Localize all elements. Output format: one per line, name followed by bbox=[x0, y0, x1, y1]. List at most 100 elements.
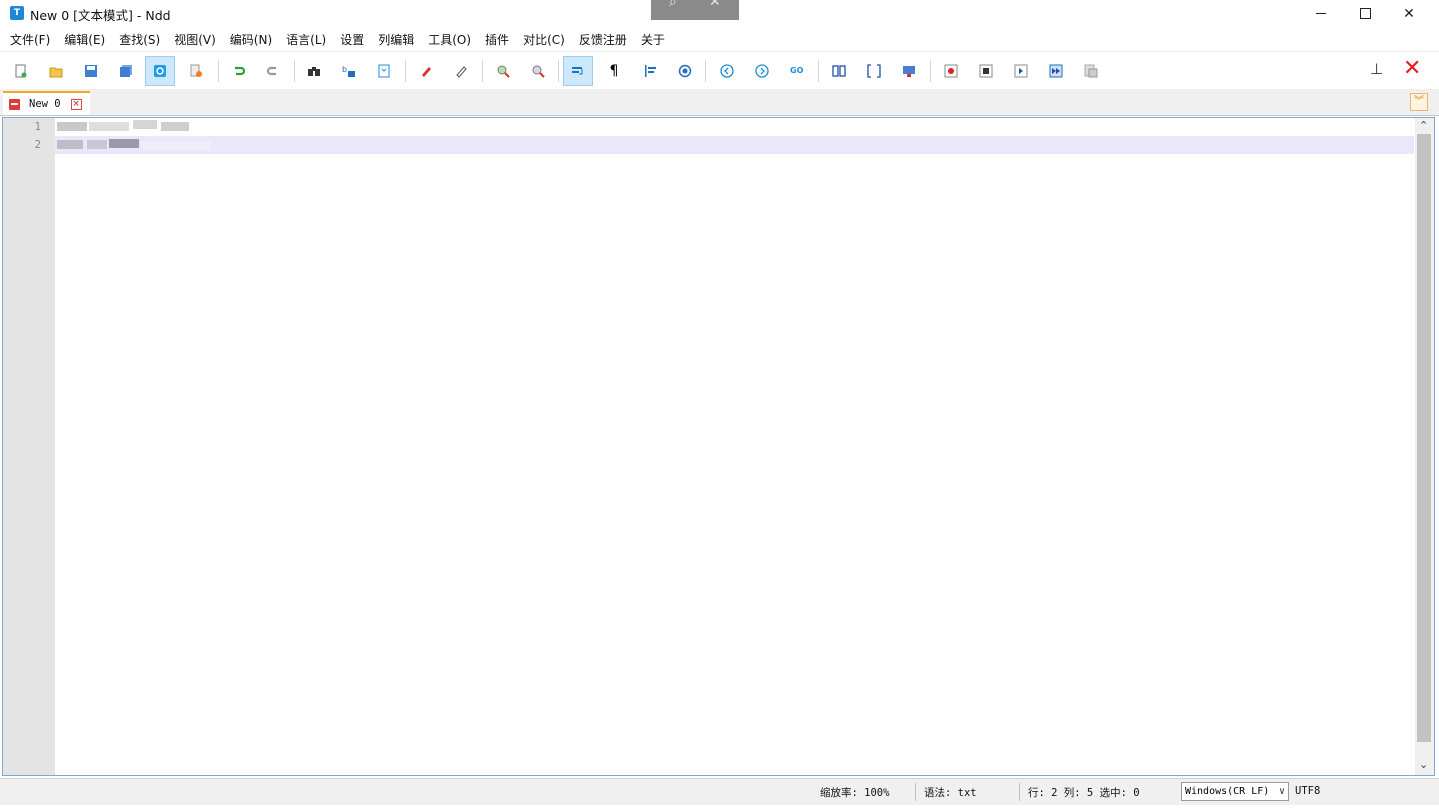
toolbar: b ¶ GO ⊥ ✕ bbox=[0, 51, 1439, 88]
toolbar-separator bbox=[218, 60, 219, 82]
line-number: 1 bbox=[34, 121, 41, 133]
line-ending-select[interactable]: Windows(CR LF) ∨ bbox=[1181, 782, 1289, 801]
zoom-status: 缩放率: 100% bbox=[820, 787, 890, 799]
close-document-icon[interactable]: ✕ bbox=[1403, 56, 1421, 81]
tab-bar: New 0 × ︾ bbox=[0, 89, 1439, 116]
tab-list-dropdown-icon[interactable]: ︾ bbox=[1410, 93, 1428, 111]
cursor-position-status: 行: 2 列: 5 选中: 0 bbox=[1028, 787, 1140, 799]
redo-icon[interactable] bbox=[258, 56, 288, 86]
toolbar-separator bbox=[930, 60, 931, 82]
line-number-gutter: 1 2 bbox=[3, 118, 55, 775]
app-window: T New 0 [文本模式] - Ndd ⌕ ✕ ✕ 文件(F) 编辑(E) 查… bbox=[0, 0, 1439, 809]
macro-save-icon[interactable] bbox=[1076, 56, 1106, 86]
split-view-icon[interactable] bbox=[859, 56, 889, 86]
syntax-status: 语法: txt bbox=[924, 787, 977, 799]
clear-highlight-icon[interactable] bbox=[446, 56, 476, 86]
menu-feedback[interactable]: 反馈注册 bbox=[579, 31, 627, 48]
status-divider bbox=[915, 783, 916, 801]
record-target-icon[interactable] bbox=[670, 56, 700, 86]
encoding-status: UTF8 bbox=[1295, 785, 1321, 797]
menu-tools[interactable]: 工具(O) bbox=[428, 31, 471, 48]
line-number: 2 bbox=[34, 139, 41, 151]
zoom-out-icon[interactable] bbox=[523, 56, 553, 86]
toolbar-separator bbox=[818, 60, 819, 82]
show-symbols-icon[interactable]: ¶ bbox=[599, 56, 629, 86]
title-bar: T New 0 [文本模式] - Ndd ⌕ ✕ ✕ bbox=[0, 0, 1439, 27]
goto-icon[interactable]: GO bbox=[782, 56, 812, 86]
save-icon[interactable] bbox=[76, 56, 106, 86]
toolbar-separator bbox=[482, 60, 483, 82]
menu-compare[interactable]: 对比(C) bbox=[523, 31, 565, 48]
redacted-text bbox=[109, 139, 139, 148]
pin-icon[interactable]: ⊥ bbox=[1370, 60, 1383, 78]
overlay-close-icon[interactable]: ✕ bbox=[709, 0, 721, 10]
tab-new-0[interactable]: New 0 × bbox=[3, 91, 90, 115]
bookmark-icon[interactable] bbox=[369, 56, 399, 86]
status-bar: 缩放率: 100% 语法: txt 行: 2 列: 5 选中: 0 Window… bbox=[0, 778, 1439, 805]
new-file-icon[interactable] bbox=[6, 56, 36, 86]
macro-stop-icon[interactable] bbox=[971, 56, 1001, 86]
vertical-scrollbar[interactable]: ⌃ ⌄ bbox=[1415, 118, 1434, 775]
close-file-icon[interactable] bbox=[181, 56, 211, 86]
menu-edit[interactable]: 编辑(E) bbox=[64, 31, 105, 48]
redacted-text bbox=[133, 120, 157, 129]
text-area[interactable] bbox=[55, 118, 1414, 775]
monitor-icon[interactable] bbox=[894, 56, 924, 86]
toolbar-separator bbox=[705, 60, 706, 82]
open-file-icon[interactable] bbox=[41, 56, 71, 86]
zoom-in-icon[interactable] bbox=[488, 56, 518, 86]
status-divider bbox=[1019, 783, 1020, 801]
find-icon[interactable] bbox=[299, 56, 329, 86]
window-title: New 0 [文本模式] - Ndd bbox=[30, 8, 171, 23]
indent-guide-icon[interactable] bbox=[635, 56, 665, 86]
tab-close-icon[interactable]: × bbox=[70, 98, 82, 110]
menu-settings[interactable]: 设置 bbox=[340, 31, 364, 48]
auto-save-icon[interactable] bbox=[145, 56, 175, 86]
previous-icon[interactable] bbox=[712, 56, 742, 86]
maximize-button[interactable] bbox=[1342, 0, 1388, 27]
floating-overlay: ⌕ ✕ bbox=[651, 0, 739, 20]
redacted-text bbox=[57, 122, 87, 131]
word-wrap-icon[interactable] bbox=[563, 56, 593, 86]
highlight-icon[interactable] bbox=[411, 56, 441, 86]
menu-encoding[interactable]: 编码(N) bbox=[230, 31, 272, 48]
overlay-search-icon[interactable]: ⌕ bbox=[669, 0, 677, 10]
menu-search[interactable]: 查找(S) bbox=[119, 31, 160, 48]
editor-pane[interactable]: 1 2 ⌃ ⌄ bbox=[2, 117, 1435, 776]
next-icon[interactable] bbox=[747, 56, 777, 86]
toolbar-separator bbox=[294, 60, 295, 82]
svg-text:b: b bbox=[342, 65, 347, 74]
chevron-down-icon: ∨ bbox=[1278, 786, 1285, 797]
unsaved-file-icon bbox=[9, 98, 20, 110]
toolbar-separator bbox=[558, 60, 559, 82]
menu-plugins[interactable]: 插件 bbox=[485, 31, 509, 48]
svg-text:GO: GO bbox=[790, 66, 804, 75]
menu-about[interactable]: 关于 bbox=[641, 31, 665, 48]
close-window-button[interactable]: ✕ bbox=[1386, 0, 1432, 27]
tab-label: New 0 bbox=[29, 98, 61, 110]
macro-run-multiple-icon[interactable] bbox=[1041, 56, 1071, 86]
menu-column-edit[interactable]: 列编辑 bbox=[378, 31, 414, 48]
minimize-button[interactable] bbox=[1298, 0, 1344, 27]
menu-file[interactable]: 文件(F) bbox=[10, 31, 50, 48]
redacted-text bbox=[141, 141, 211, 150]
scroll-down-icon[interactable]: ⌄ bbox=[1419, 758, 1428, 771]
menu-bar: 文件(F) 编辑(E) 查找(S) 视图(V) 编码(N) 语言(L) 设置 列… bbox=[0, 28, 1439, 50]
scroll-up-icon[interactable]: ⌃ bbox=[1419, 119, 1428, 132]
compare-icon[interactable] bbox=[824, 56, 854, 86]
save-all-icon[interactable] bbox=[111, 56, 141, 86]
scrollbar-thumb[interactable] bbox=[1417, 134, 1431, 742]
undo-icon[interactable] bbox=[223, 56, 253, 86]
app-icon: T bbox=[10, 6, 24, 20]
redacted-text bbox=[87, 140, 107, 149]
toolbar-separator bbox=[405, 60, 406, 82]
current-line-highlight bbox=[55, 136, 1414, 154]
menu-language[interactable]: 语言(L) bbox=[286, 31, 326, 48]
redacted-text bbox=[161, 122, 189, 131]
redacted-text bbox=[89, 122, 129, 131]
menu-view[interactable]: 视图(V) bbox=[174, 31, 216, 48]
macro-record-icon[interactable] bbox=[936, 56, 966, 86]
line-ending-value: Windows(CR LF) bbox=[1185, 786, 1270, 797]
replace-icon[interactable]: b bbox=[334, 56, 364, 86]
macro-play-icon[interactable] bbox=[1006, 56, 1036, 86]
